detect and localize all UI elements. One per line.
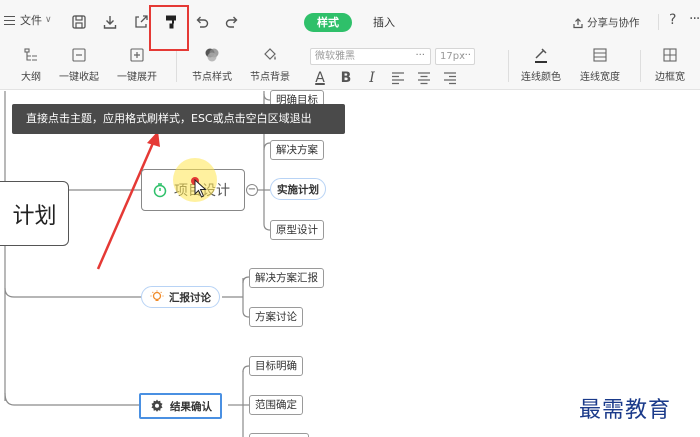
collapse-all-icon: [72, 48, 86, 62]
divider: [508, 50, 509, 82]
topic-node[interactable]: [249, 433, 309, 437]
share-icon: [573, 17, 583, 28]
share-label: 分享与协作: [587, 17, 640, 29]
mindmap-canvas[interactable]: 明确目标 计划 项目设计 − 解决方案 实施计划 原型设计 汇报讨论 解决方案汇…: [0, 90, 700, 437]
font-family-value: 微软雅黑: [315, 51, 355, 62]
highlight-box: [149, 5, 189, 51]
ribbon-toolbar: 大纲 一键收起 一键展开 节点样式 节点背景 微软雅黑 ··· 17px ···…: [0, 42, 700, 90]
collapse-all-button[interactable]: 一键收起: [59, 46, 99, 83]
font-size-select[interactable]: 17px ···: [435, 48, 475, 65]
border-width-icon: [663, 48, 677, 62]
topic-node-plan-discussion[interactable]: 方案讨论: [249, 307, 303, 327]
implementation-plan-label: 实施计划: [277, 183, 319, 196]
format-painter-tooltip: 直接点击主题，应用格式刷样式，ESC或点击空白区域退出: [12, 104, 345, 134]
redo-icon[interactable]: [224, 14, 240, 30]
font-family-select[interactable]: 微软雅黑 ···: [310, 48, 431, 65]
divider: [176, 50, 177, 82]
undo-icon[interactable]: [194, 14, 210, 30]
node-background-label: 节点背景: [250, 72, 290, 83]
export-icon[interactable]: [133, 14, 149, 30]
divider: [640, 50, 641, 82]
result-confirm-node[interactable]: 结果确认: [139, 393, 222, 419]
expand-all-button[interactable]: 一键展开: [117, 46, 157, 83]
download-icon[interactable]: [102, 14, 118, 30]
node-style-label: 节点样式: [192, 72, 232, 83]
border-width-button[interactable]: 边框宽: [655, 46, 685, 83]
collapse-all-label: 一键收起: [59, 72, 99, 83]
line-width-label: 连线宽度: [580, 72, 620, 83]
watermark: 最需教育: [579, 398, 672, 423]
border-width-label: 边框宽: [655, 72, 685, 83]
line-color-label: 连线颜色: [521, 72, 561, 83]
top-bar: 文件 ∨ 样式 插入 分享与协作 ? ···: [0, 0, 700, 42]
collapse-toggle[interactable]: −: [246, 184, 258, 196]
align-left-icon[interactable]: [390, 71, 406, 85]
gear-icon: [151, 399, 163, 412]
connector-lines: [4, 91, 271, 437]
outline-icon: [24, 48, 37, 61]
more-icon: ···: [461, 50, 471, 61]
bold-button[interactable]: B: [338, 70, 354, 86]
outline-button[interactable]: 大纲: [21, 46, 41, 83]
topic-node-scope-defined[interactable]: 范围确定: [249, 395, 303, 415]
stopwatch-icon: [153, 183, 167, 198]
chevron-down-icon: ∨: [45, 15, 52, 25]
line-color-button[interactable]: 连线颜色: [521, 46, 561, 83]
node-style-button[interactable]: 节点样式: [192, 46, 232, 83]
file-menu-label: 文件: [20, 14, 42, 27]
align-center-icon[interactable]: [416, 71, 432, 85]
topic-node-goal-clear[interactable]: 目标明确: [249, 356, 303, 376]
save-icon[interactable]: [71, 14, 87, 30]
result-confirm-label: 结果确认: [170, 400, 212, 413]
share-button[interactable]: 分享与协作: [572, 15, 640, 30]
outline-label: 大纲: [21, 72, 41, 83]
tab-insert[interactable]: 插入: [366, 13, 402, 32]
line-color-icon: [535, 48, 547, 63]
menu-icon: [4, 15, 15, 25]
cursor-icon: [194, 179, 207, 198]
align-right-icon[interactable]: [442, 71, 458, 85]
divider: [658, 14, 659, 30]
italic-button[interactable]: I: [364, 70, 380, 86]
root-node[interactable]: 计划: [0, 181, 69, 246]
more-icon[interactable]: ···: [689, 11, 700, 27]
file-menu[interactable]: 文件 ∨: [4, 12, 52, 28]
line-width-icon: [593, 48, 607, 62]
expand-all-icon: [130, 48, 144, 62]
topic-node-prototype[interactable]: 原型设计: [270, 220, 324, 240]
more-icon: ···: [415, 50, 425, 61]
report-discussion-node[interactable]: 汇报讨论: [141, 286, 220, 308]
text-format-row: A B I: [312, 70, 458, 86]
lightbulb-icon: [150, 290, 164, 302]
report-discussion-label: 汇报讨论: [169, 291, 211, 304]
paint-bucket-icon: [264, 48, 276, 60]
line-width-button[interactable]: 连线宽度: [580, 46, 620, 83]
palette-icon: [205, 48, 219, 62]
topic-node-implementation-plan[interactable]: 实施计划: [270, 178, 326, 200]
node-background-button[interactable]: 节点背景: [250, 46, 290, 83]
tab-style[interactable]: 样式: [304, 13, 352, 32]
font-color-button[interactable]: A: [312, 70, 328, 86]
topic-node-solution[interactable]: 解决方案: [270, 140, 324, 160]
expand-all-label: 一键展开: [117, 72, 157, 83]
topic-node-solution-report[interactable]: 解决方案汇报: [249, 268, 324, 288]
help-icon[interactable]: ?: [669, 12, 676, 28]
